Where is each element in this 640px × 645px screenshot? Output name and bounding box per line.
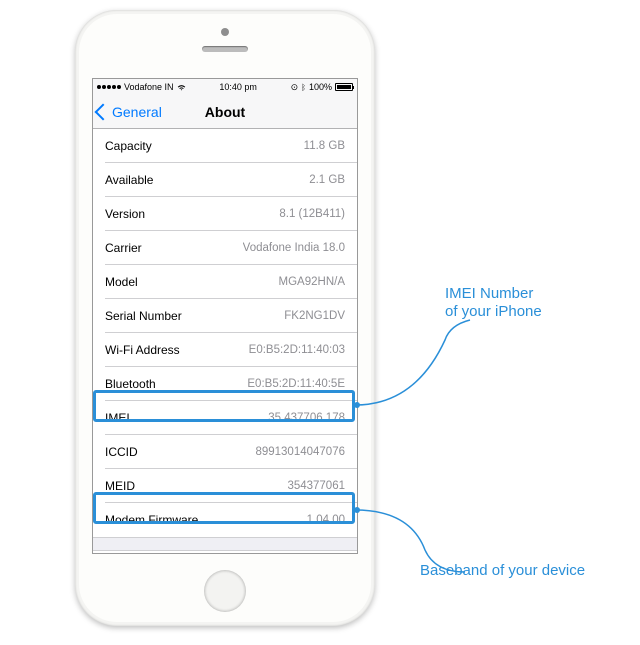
back-button[interactable]: General: [93, 104, 162, 120]
row-carrier[interactable]: Carrier Vodafone India 18.0: [93, 231, 357, 265]
row-label: IMEI: [105, 411, 130, 425]
seid-group: SEID: [93, 550, 357, 553]
row-value: MGA92HN/A: [279, 276, 345, 288]
battery-percent: 100%: [309, 82, 332, 92]
row-label: Model: [105, 275, 138, 289]
page-title: About: [205, 104, 245, 120]
row-label: Modem Firmware: [105, 513, 198, 527]
row-label: Serial Number: [105, 309, 182, 323]
row-value: 354377061: [287, 480, 345, 492]
row-capacity[interactable]: Capacity 11.8 GB: [93, 129, 357, 163]
row-bluetooth[interactable]: Bluetooth E0:B5:2D:11:40:5E: [93, 367, 357, 401]
row-value: 2.1 GB: [309, 174, 345, 186]
row-label: MEID: [105, 479, 135, 493]
clock: 10:40 pm: [219, 82, 257, 92]
row-value: 35 437706 178: [268, 412, 345, 424]
row-available[interactable]: Available 2.1 GB: [93, 163, 357, 197]
status-bar: Vodafone IN 10:40 pm ⊙ ᛒ 100%: [93, 79, 357, 95]
annotation-imei: IMEI Number of your iPhone: [445, 285, 542, 321]
row-meid[interactable]: MEID 354377061: [93, 469, 357, 503]
speaker-grille: [202, 46, 248, 52]
carrier-label: Vodafone IN: [124, 82, 174, 92]
signal-dots-icon: [97, 85, 121, 89]
row-version[interactable]: Version 8.1 (12B411): [93, 197, 357, 231]
row-iccid[interactable]: ICCID 89913014047076: [93, 435, 357, 469]
row-value: 1.04.00: [307, 514, 345, 526]
row-model[interactable]: Model MGA92HN/A: [93, 265, 357, 299]
row-value: 11.8 GB: [304, 140, 345, 152]
row-label: ICCID: [105, 445, 138, 459]
iphone-device-frame: Vodafone IN 10:40 pm ⊙ ᛒ 100% General Ab…: [75, 10, 375, 626]
row-modem-firmware[interactable]: Modem Firmware 1.04.00: [93, 503, 357, 537]
row-label: Carrier: [105, 241, 142, 255]
row-label: Wi-Fi Address: [105, 343, 180, 357]
home-button[interactable]: [204, 570, 246, 612]
settings-list[interactable]: Capacity 11.8 GB Available 2.1 GB Version 8.1…: [93, 129, 357, 553]
row-value: Vodafone India 18.0: [243, 242, 345, 254]
row-wi-fi-address[interactable]: Wi-Fi Address E0:B5:2D:11:40:03: [93, 333, 357, 367]
row-label: Capacity: [105, 139, 152, 153]
about-group: Capacity 11.8 GB Available 2.1 GB Version 8.1…: [93, 129, 357, 538]
row-value: FK2NG1DV: [284, 310, 345, 322]
wifi-icon: [177, 83, 186, 92]
row-label: Version: [105, 207, 145, 221]
back-label: General: [112, 104, 162, 120]
row-seid[interactable]: SEID: [93, 551, 357, 553]
row-value: 8.1 (12B411): [279, 208, 345, 220]
row-serial-number[interactable]: Serial Number FK2NG1DV: [93, 299, 357, 333]
alarm-icon: ⊙: [291, 82, 299, 93]
screen: Vodafone IN 10:40 pm ⊙ ᛒ 100% General Ab…: [92, 78, 358, 554]
row-label: Bluetooth: [105, 377, 156, 391]
row-value: E0:B5:2D:11:40:03: [249, 344, 345, 356]
battery-icon: [335, 83, 353, 91]
row-label: Available: [105, 173, 153, 187]
nav-bar: General About: [93, 95, 357, 129]
row-imei[interactable]: IMEI 35 437706 178: [93, 401, 357, 435]
front-camera: [221, 28, 229, 36]
annotation-baseband: Baseband of your device: [420, 562, 585, 580]
row-value: 89913014047076: [255, 446, 345, 458]
bluetooth-icon: ᛒ: [301, 83, 306, 92]
chevron-left-icon: [95, 103, 112, 120]
row-value: E0:B5:2D:11:40:5E: [247, 378, 345, 390]
